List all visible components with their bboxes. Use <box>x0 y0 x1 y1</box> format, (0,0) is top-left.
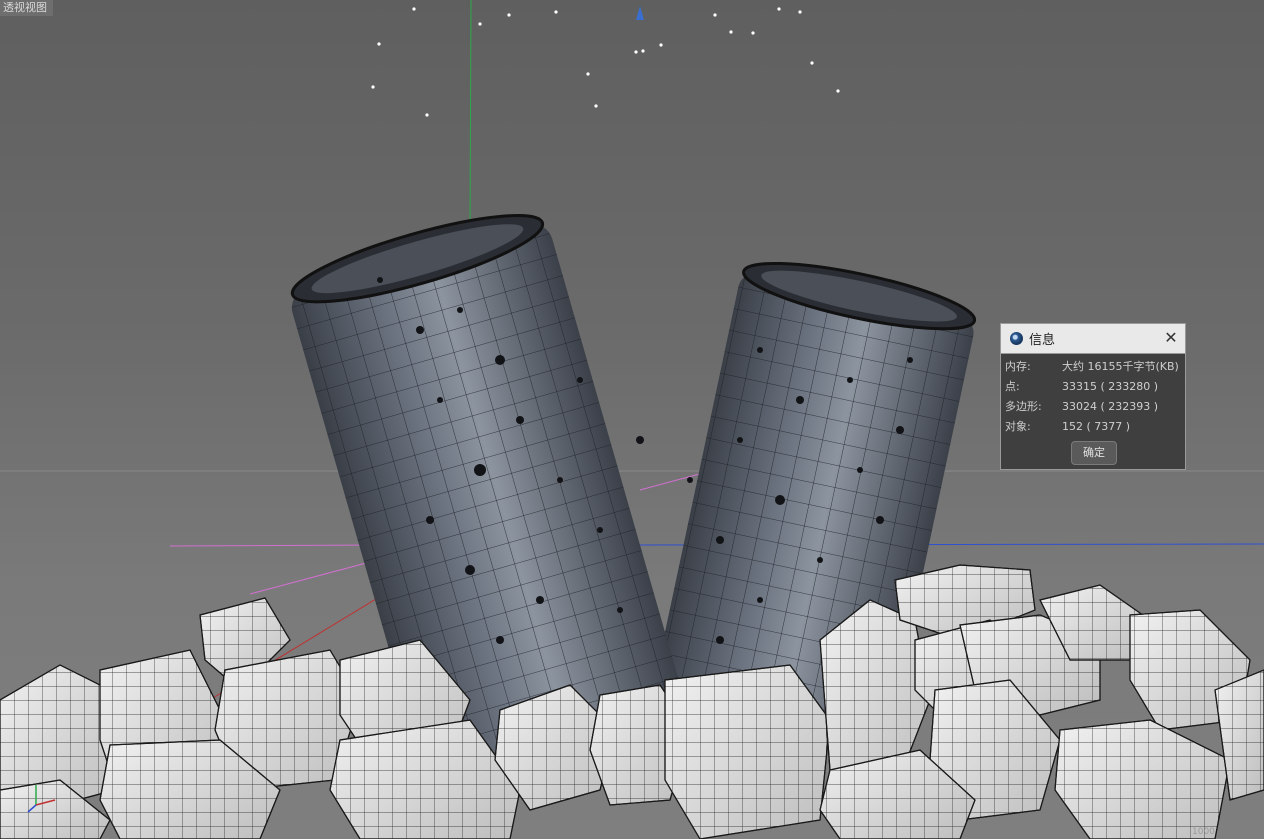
info-key: 多边形: <box>1005 400 1042 413</box>
info-value: 152 ( 7377 ) <box>1062 420 1131 433</box>
watermark-text: 1000 <box>1192 827 1215 837</box>
viewport-title[interactable]: 透视视图 <box>0 0 53 16</box>
spline-line-1 <box>169 544 381 547</box>
close-icon[interactable]: ✕ <box>1163 330 1179 346</box>
info-key: 点: <box>1005 380 1020 393</box>
cinema4d-logo-icon <box>1010 332 1023 345</box>
dialog-titlebar[interactable]: 信息 ✕ <box>1001 324 1185 354</box>
info-row-objects: 对象: 152 ( 7377 ) <box>1005 419 1185 435</box>
info-value: 33024 ( 232393 ) <box>1062 400 1159 413</box>
particle-points <box>371 7 840 117</box>
info-row-polygons: 多边形: 33024 ( 232393 ) <box>1005 399 1185 415</box>
info-key: 对象: <box>1005 420 1031 433</box>
ok-button[interactable]: 确定 <box>1071 441 1117 465</box>
dialog-title: 信息 <box>1029 333 1056 348</box>
y-axis-line <box>469 0 472 231</box>
info-row-points: 点: 33315 ( 233280 ) <box>1005 379 1185 395</box>
info-value: 大约 16155千字节(KB) <box>1062 360 1179 373</box>
info-key: 内存: <box>1005 360 1031 373</box>
info-value: 33315 ( 233280 ) <box>1062 380 1159 393</box>
info-row-memory: 内存: 大约 16155千字节(KB) <box>1005 359 1185 375</box>
camera-axis-icon[interactable] <box>636 6 644 20</box>
info-dialog: 信息 ✕ 内存: 大约 16155千字节(KB) 点: 33315 ( 2332… <box>1000 323 1186 470</box>
